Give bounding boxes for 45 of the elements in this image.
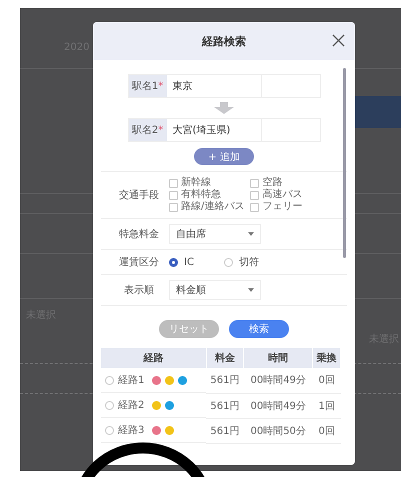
checkbox-label: 空路 — [262, 177, 282, 188]
checkbox[interactable] — [169, 202, 178, 212]
checkbox-label: 路線/連絡バス — [181, 201, 244, 213]
table-cell: 00時間49分 — [244, 368, 313, 393]
table-cell: 00時間50分 — [244, 418, 313, 443]
column-header: 乗換 — [312, 348, 340, 368]
select-field[interactable]: 自由席 — [169, 224, 261, 244]
table-cell: 00時間49分 — [244, 393, 313, 418]
scrollbar[interactable] — [343, 68, 346, 258]
table-cell: 561円 — [206, 418, 244, 443]
column-header: 時間 — [244, 348, 313, 368]
table-cell: 561円 — [206, 393, 244, 418]
arrow-down-icon — [212, 102, 236, 114]
field-label: 表示順 — [123, 284, 155, 297]
checkbox-label: 有料特急 — [181, 189, 221, 200]
dialog-title: 経路検索 — [202, 34, 246, 48]
checkbox[interactable] — [250, 202, 260, 212]
checkbox[interactable] — [250, 190, 260, 200]
route-name: 経路3 — [118, 424, 144, 437]
column-header: 料金 — [206, 348, 244, 368]
checkbox[interactable] — [169, 190, 178, 200]
radio-button[interactable] — [169, 258, 178, 266]
checkbox[interactable] — [169, 178, 178, 188]
radio-label: 切符 — [238, 256, 259, 269]
table-cell: 1回 — [312, 393, 340, 418]
checkbox-label: 新幹線 — [181, 177, 211, 188]
checkbox-label: 高速バス — [262, 189, 302, 201]
search-button[interactable]: 検索 — [229, 320, 289, 338]
radio-label: IC — [184, 256, 194, 268]
route-name: 経路2 — [118, 399, 144, 412]
field-label: 交通手段 — [118, 188, 160, 202]
background-panel — [355, 96, 401, 128]
route-name: 経路1 — [118, 374, 144, 387]
select-field[interactable]: 料金順 — [169, 280, 261, 300]
table-cell: 561円 — [206, 368, 244, 393]
caret-icon — [248, 232, 254, 236]
table-cell: 0回 — [312, 368, 340, 393]
column-header: 経路 — [101, 348, 206, 368]
table-cell: 0回 — [312, 418, 340, 443]
checkbox[interactable] — [250, 178, 260, 188]
field-label: 特急料金 — [118, 228, 160, 241]
checkbox-label: フェリー — [262, 201, 302, 213]
caret-icon — [248, 288, 254, 292]
close-icon[interactable] — [332, 34, 345, 47]
field-label: 運賃区分 — [118, 256, 160, 269]
